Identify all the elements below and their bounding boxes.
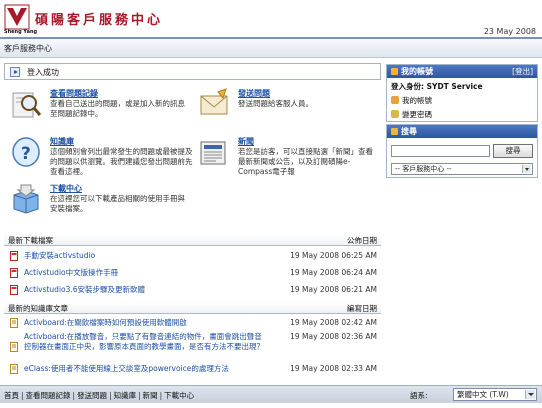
download-row: 手動安裝activstudio 19 May 2008 06:25 AM bbox=[4, 251, 381, 263]
newspaper-icon bbox=[200, 141, 226, 165]
article-row: eClass:使用者不能使用線上交談室及powervoice的處理方法 19 M… bbox=[4, 364, 381, 376]
search-panel: 搜尋 搜尋 -- 客戶服務中心 -- bbox=[386, 124, 538, 178]
login-notice: 登入成功 bbox=[4, 63, 381, 80]
downloads-header: 最新下載檔案 公佈日期 bbox=[4, 234, 381, 246]
pdf-icon bbox=[10, 285, 18, 295]
knowledge-header-date: 編寫日期 bbox=[347, 304, 377, 313]
pdf-icon bbox=[10, 268, 18, 278]
language-value: 繁體中文 (T.W) bbox=[457, 390, 509, 399]
footer-link-home[interactable]: 首頁 bbox=[4, 391, 19, 400]
article-date: 19 May 2008 02:42 AM bbox=[290, 318, 377, 327]
download-date: 19 May 2008 06:25 AM bbox=[290, 251, 377, 260]
person-icon bbox=[391, 96, 399, 104]
feature-submit-ticket: 發送問題 發送問題給客服人員。 bbox=[198, 88, 378, 128]
search-button[interactable]: 搜尋 bbox=[493, 144, 533, 158]
language-label: 語系: bbox=[410, 391, 428, 400]
logout-link[interactable]: [登出] bbox=[512, 66, 533, 77]
footer-link-submit-ticket[interactable]: 發送問題 bbox=[77, 391, 107, 400]
question-head-icon: ? bbox=[12, 137, 40, 167]
feature-news: 新聞 若您是訪客，可以直接點選「新聞」查看最新新聞或公告，以及訂閱碩陽e-Com… bbox=[198, 136, 380, 176]
document-icon bbox=[10, 318, 18, 328]
chevron-down-icon bbox=[525, 390, 535, 399]
download-row: Activstudio中文版操作手冊 19 May 2008 06:24 AM bbox=[4, 268, 381, 280]
article-date: 19 May 2008 02:36 AM bbox=[290, 332, 377, 341]
my-account-label: 我的帳號 bbox=[402, 96, 432, 105]
footer-link-news[interactable]: 新聞 bbox=[143, 391, 158, 400]
my-account-link[interactable]: 我的帳號 bbox=[391, 95, 432, 106]
footer-link-knowledge-base[interactable]: 知識庫 bbox=[114, 391, 137, 400]
footer-link-downloads[interactable]: 下載中心 bbox=[164, 391, 194, 400]
download-center-desc: 在這裡您可以下載產品相關的使用手冊與安裝檔案。 bbox=[50, 194, 185, 213]
breadcrumb[interactable]: 客戶服務中心 bbox=[4, 43, 52, 54]
pdf-icon bbox=[10, 251, 18, 261]
article-link[interactable]: Activboard:在關飲檔案時如何預設使用軟體開啟 bbox=[24, 318, 264, 328]
magnifier-icon bbox=[12, 92, 42, 118]
news-desc: 若您是訪客，可以直接點選「新聞」查看最新新聞或公告，以及訂閱碩陽e-Compas… bbox=[238, 147, 373, 176]
download-row: Activstudio3.6安裝步驟及更新軟體 19 May 2008 06:2… bbox=[4, 285, 381, 297]
document-icon bbox=[10, 364, 18, 374]
account-panel: 我的帳號 [登出] 登入身份: SYDT Service 我的帳號 變更密碼 bbox=[386, 64, 538, 122]
breadcrumb-bar: 客戶服務中心 bbox=[0, 39, 542, 58]
envelope-icon bbox=[200, 88, 228, 115]
knowledge-base-desc: 這個頻別會列出最常發生的問題或最被提及的問題以供瀏覽。我們建議您發出問題前先查看… bbox=[50, 147, 193, 176]
search-panel-title: 搜尋 bbox=[401, 127, 417, 136]
download-link[interactable]: 手動安裝activstudio bbox=[24, 251, 95, 261]
footer: 首頁 | 查看問題記錄 | 發送問題 | 知識庫 | 新聞 | 下載中心 語系: 繁體中文 (T.W… bbox=[0, 385, 542, 403]
feature-view-tickets: 查看問題記錄 查看自己送出的問題，或是加入新的訊息至問題記錄中。 bbox=[10, 88, 190, 128]
download-link[interactable]: Activstudio3.6安裝步驟及更新軟體 bbox=[24, 285, 145, 295]
change-password-link[interactable]: 變更密碼 bbox=[391, 109, 432, 120]
header-date: 23 May 2008 bbox=[483, 27, 536, 36]
search-input[interactable] bbox=[391, 145, 490, 157]
downloads-header-title: 最新下載檔案 bbox=[8, 236, 53, 245]
knowledge-base-link[interactable]: 知識庫 bbox=[50, 136, 74, 147]
download-date: 19 May 2008 06:21 AM bbox=[290, 285, 377, 294]
svg-text:?: ? bbox=[21, 144, 31, 164]
article-link[interactable]: eClass:使用者不能使用線上交談室及powervoice的處理方法 bbox=[24, 364, 264, 374]
search-scope-value: -- 客戶服務中心 -- bbox=[395, 165, 452, 173]
search-panel-header: 搜尋 bbox=[387, 125, 537, 138]
article-date: 19 May 2008 02:33 AM bbox=[290, 364, 377, 373]
language-select[interactable]: 繁體中文 (T.W) bbox=[453, 388, 537, 401]
submit-ticket-desc: 發送問題給客服人員。 bbox=[238, 99, 313, 108]
change-password-label: 變更密碼 bbox=[402, 110, 432, 119]
header: Sheng Yang 碩陽客戶服務中心 23 May 2008 bbox=[0, 0, 542, 40]
download-box-icon bbox=[13, 184, 39, 214]
login-identity: 登入身份: SYDT Service bbox=[391, 82, 483, 91]
footer-link-view-tickets[interactable]: 查看問題記錄 bbox=[26, 391, 71, 400]
submit-ticket-link[interactable]: 發送問題 bbox=[238, 88, 270, 99]
view-tickets-desc: 查看自己送出的問題，或是加入新的訊息至問題記錄中。 bbox=[50, 99, 185, 118]
article-row: Activboard:在播放聲音，只要點了有聲音連結的物件，畫面會跳出聲音控制器… bbox=[4, 332, 381, 362]
key-icon bbox=[391, 110, 399, 118]
user-icon bbox=[391, 68, 398, 75]
chevron-down-icon bbox=[522, 165, 531, 173]
search-icon bbox=[391, 128, 398, 135]
logo-subtext: Sheng Yang bbox=[4, 29, 38, 35]
notice-text: 登入成功 bbox=[27, 68, 59, 77]
download-date: 19 May 2008 06:24 AM bbox=[290, 268, 377, 277]
account-panel-title: 我的帳號 bbox=[401, 67, 433, 76]
knowledge-header: 最新的知識庫文章 編寫日期 bbox=[4, 302, 381, 314]
view-tickets-link[interactable]: 查看問題記錄 bbox=[50, 88, 98, 99]
site-title: 碩陽客戶服務中心 bbox=[35, 13, 164, 28]
feature-knowledge-base: ? 知識庫 這個頻別會列出最常發生的問題或最被提及的問題以供瀏覽。我們建議您發出… bbox=[10, 136, 195, 176]
account-panel-header: 我的帳號 [登出] bbox=[387, 65, 537, 78]
news-link[interactable]: 新聞 bbox=[238, 136, 254, 147]
knowledge-header-title: 最新的知識庫文章 bbox=[8, 304, 68, 313]
feature-download-center: 下載中心 在這裡您可以下載產品相關的使用手冊與安裝檔案。 bbox=[10, 183, 195, 219]
document-icon bbox=[10, 342, 18, 352]
downloads-header-date: 公佈日期 bbox=[347, 236, 377, 245]
download-center-link[interactable]: 下載中心 bbox=[50, 183, 82, 194]
footer-nav: 首頁 | 查看問題記錄 | 發送問題 | 知識庫 | 新聞 | 下載中心 bbox=[4, 391, 195, 400]
arrow-right-icon bbox=[10, 67, 20, 77]
article-row: Activboard:在關飲檔案時如何預設使用軟體開啟 19 May 2008 … bbox=[4, 318, 381, 330]
search-scope-select[interactable]: -- 客戶服務中心 -- bbox=[391, 163, 533, 175]
download-link[interactable]: Activstudio中文版操作手冊 bbox=[24, 268, 118, 278]
article-link[interactable]: Activboard:在播放聲音，只要點了有聲音連結的物件，畫面會跳出聲音控制器… bbox=[24, 332, 264, 352]
